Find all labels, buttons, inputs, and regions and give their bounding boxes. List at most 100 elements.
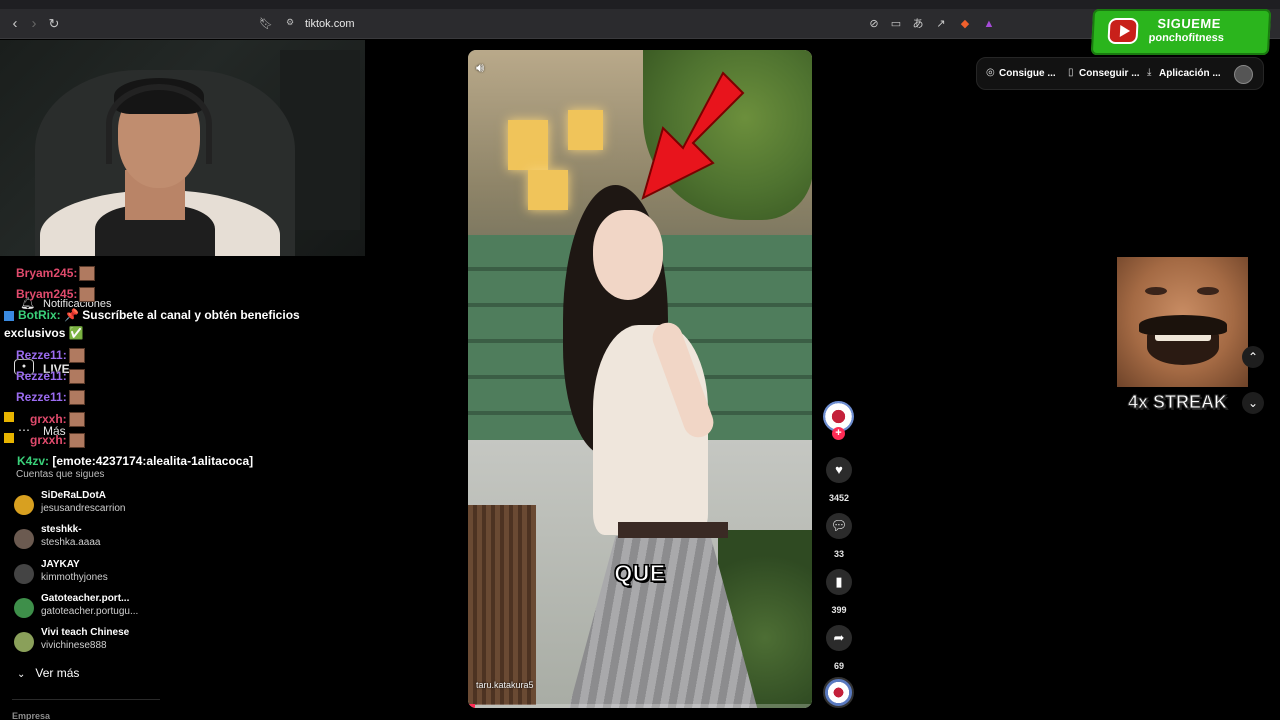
video-window bbox=[508, 120, 548, 170]
account-name: Gatoteacher.port... bbox=[41, 593, 130, 604]
account-name: SiDeRaLDotA bbox=[41, 490, 107, 501]
chat-message: Rezze11: bbox=[16, 390, 85, 406]
chat-message: grxxh: bbox=[30, 412, 85, 428]
reload-icon[interactable]: ↻ bbox=[45, 15, 63, 33]
streak-face-image bbox=[1117, 257, 1248, 387]
following-account[interactable]: JAYKAY kimmothyjones bbox=[14, 558, 214, 592]
share-icon[interactable]: ↗ bbox=[933, 16, 949, 32]
chat-message: BotRix: 📌 Suscríbete al canal y obtén be… bbox=[18, 308, 300, 322]
browser-toolbar: ‹ › ↻ 🔖︎ ⚙︎ tiktok.com ⊘ ▭ あ ↗ ◆ ▲ bbox=[0, 0, 1280, 39]
chat-text: [emote:4237174:alealita-1alitacoca] bbox=[52, 454, 254, 468]
account-username: vivichinese888 bbox=[41, 640, 107, 651]
chevron-down-icon: ⌄ bbox=[17, 669, 26, 680]
speaker-icon[interactable]: 🔊︎ bbox=[476, 60, 494, 76]
chat-message: exclusivos ✅ bbox=[4, 326, 84, 340]
more-icon[interactable]: ⋯ bbox=[18, 423, 30, 437]
share-arrow-icon[interactable]: ➦ bbox=[826, 625, 852, 651]
chat-username: K4zv: bbox=[17, 454, 50, 468]
chat-username: BotRix: bbox=[18, 308, 61, 322]
bookmark-icon[interactable]: 🔖︎ bbox=[259, 17, 273, 30]
emote-icon bbox=[68, 390, 85, 406]
chat-message: Bryam245: bbox=[16, 266, 96, 282]
avatar bbox=[14, 632, 34, 652]
like-count: 3452 bbox=[828, 493, 850, 503]
chat-message: grxxh: bbox=[30, 433, 85, 449]
save-count: 399 bbox=[831, 605, 847, 615]
chat-username: grxxh: bbox=[30, 433, 67, 447]
avatar bbox=[14, 495, 34, 515]
red-arrow-icon bbox=[641, 71, 745, 200]
chevron-down-icon[interactable]: ⌄ bbox=[1242, 392, 1264, 414]
video-player[interactable]: 🔊︎ QUE taru.katakura5 bbox=[468, 50, 812, 708]
chevron-right-icon[interactable]: › bbox=[25, 15, 43, 33]
download-icon: ⤓ bbox=[1147, 67, 1152, 78]
chat-message: K4zv: [emote:4237174:alealita-1alitacoca… bbox=[17, 454, 253, 468]
brave-shield-icon[interactable]: ◆ bbox=[957, 16, 973, 32]
desktop-app-button[interactable]: Aplicación ... bbox=[1159, 68, 1221, 79]
account-name: Vivi teach Chinese bbox=[41, 627, 130, 638]
video-progress-bar[interactable] bbox=[468, 704, 812, 708]
address-bar[interactable]: tiktok.com bbox=[305, 18, 355, 30]
chat-message: Bryam245: bbox=[16, 287, 96, 303]
see-more-label: Ver más bbox=[35, 666, 80, 680]
company-link[interactable]: Empresa bbox=[12, 711, 50, 720]
site-settings-icon[interactable]: ⚙︎ bbox=[286, 17, 294, 28]
chat-username: grxxh: bbox=[30, 412, 67, 426]
avatar bbox=[14, 598, 34, 618]
avatar bbox=[14, 529, 34, 549]
account-username: gatoteacher.portugu... bbox=[41, 606, 139, 617]
comment-icon[interactable]: 💬︎ bbox=[826, 513, 852, 539]
translate-icon[interactable]: あ bbox=[910, 16, 926, 32]
bookmark-icon[interactable]: ▮ bbox=[826, 569, 852, 595]
chat-username: Bryam245: bbox=[16, 266, 78, 280]
emote-icon bbox=[79, 287, 96, 303]
tab-strip bbox=[0, 0, 1280, 9]
heart-icon[interactable]: ♥ bbox=[826, 457, 852, 483]
headset bbox=[106, 84, 212, 164]
screen-icon[interactable]: ▭ bbox=[888, 16, 904, 32]
avatar bbox=[14, 564, 34, 584]
rewards-icon[interactable]: ▲ bbox=[981, 16, 997, 32]
face-mustache bbox=[1139, 315, 1227, 335]
emote-icon bbox=[79, 266, 96, 282]
emote-icon bbox=[68, 369, 85, 385]
face-eye bbox=[1145, 287, 1167, 295]
bot-badge-icon bbox=[4, 311, 14, 321]
get-coins-button[interactable]: Consigue ... bbox=[999, 68, 1056, 79]
see-more-button[interactable]: ⌄ Ver más bbox=[17, 666, 79, 680]
chevron-left-icon[interactable]: ‹ bbox=[6, 15, 24, 33]
subscribe-handle: ponchofitness bbox=[1148, 32, 1225, 44]
chat-message: Rezze11: bbox=[16, 369, 85, 385]
coin-icon: ◎ bbox=[986, 67, 995, 78]
get-app-button[interactable]: Conseguir ... bbox=[1079, 68, 1140, 79]
following-account[interactable]: steshkk- steshka.aaaa bbox=[14, 523, 214, 557]
streak-label: 4x STREAK bbox=[1127, 392, 1228, 413]
emote-icon bbox=[68, 412, 85, 428]
chat-username: Rezze11: bbox=[16, 369, 67, 383]
chevron-up-icon[interactable]: ⌃ bbox=[1242, 346, 1264, 368]
chat-username: Bryam245: bbox=[16, 287, 78, 301]
emote-icon bbox=[68, 348, 85, 364]
follow-plus-icon[interactable]: + bbox=[832, 427, 845, 440]
video-window bbox=[568, 110, 603, 150]
no-camera-icon[interactable]: ⊘ bbox=[866, 16, 882, 32]
following-account[interactable]: SiDeRaLDotA jesusandrescarrion bbox=[14, 489, 214, 523]
chat-message: Rezze11: bbox=[16, 348, 85, 364]
chat-text: exclusivos ✅ bbox=[4, 326, 84, 340]
top-action-bar: ◎ Consigue ... ▯ Conseguir ... ⤓ Aplicac… bbox=[976, 57, 1264, 90]
video-caption: QUE bbox=[614, 560, 666, 587]
emote-icon bbox=[68, 433, 85, 449]
video-author[interactable]: taru.katakura5 bbox=[476, 680, 534, 690]
crown-badge-icon bbox=[4, 412, 14, 422]
music-disc-icon[interactable] bbox=[823, 677, 854, 708]
video-stump bbox=[468, 505, 536, 705]
comment-count: 33 bbox=[833, 549, 844, 559]
following-section-title: Cuentas que sigues bbox=[16, 469, 105, 480]
youtube-play-icon bbox=[1107, 18, 1139, 44]
video-window bbox=[528, 170, 568, 210]
face-eye bbox=[1197, 287, 1219, 295]
following-account[interactable]: Vivi teach Chinese vivichinese888 bbox=[14, 626, 214, 660]
account-username: kimmothyjones bbox=[41, 572, 108, 583]
profile-avatar[interactable] bbox=[1234, 65, 1253, 84]
following-account[interactable]: Gatoteacher.port... gatoteacher.portugu.… bbox=[14, 592, 214, 626]
